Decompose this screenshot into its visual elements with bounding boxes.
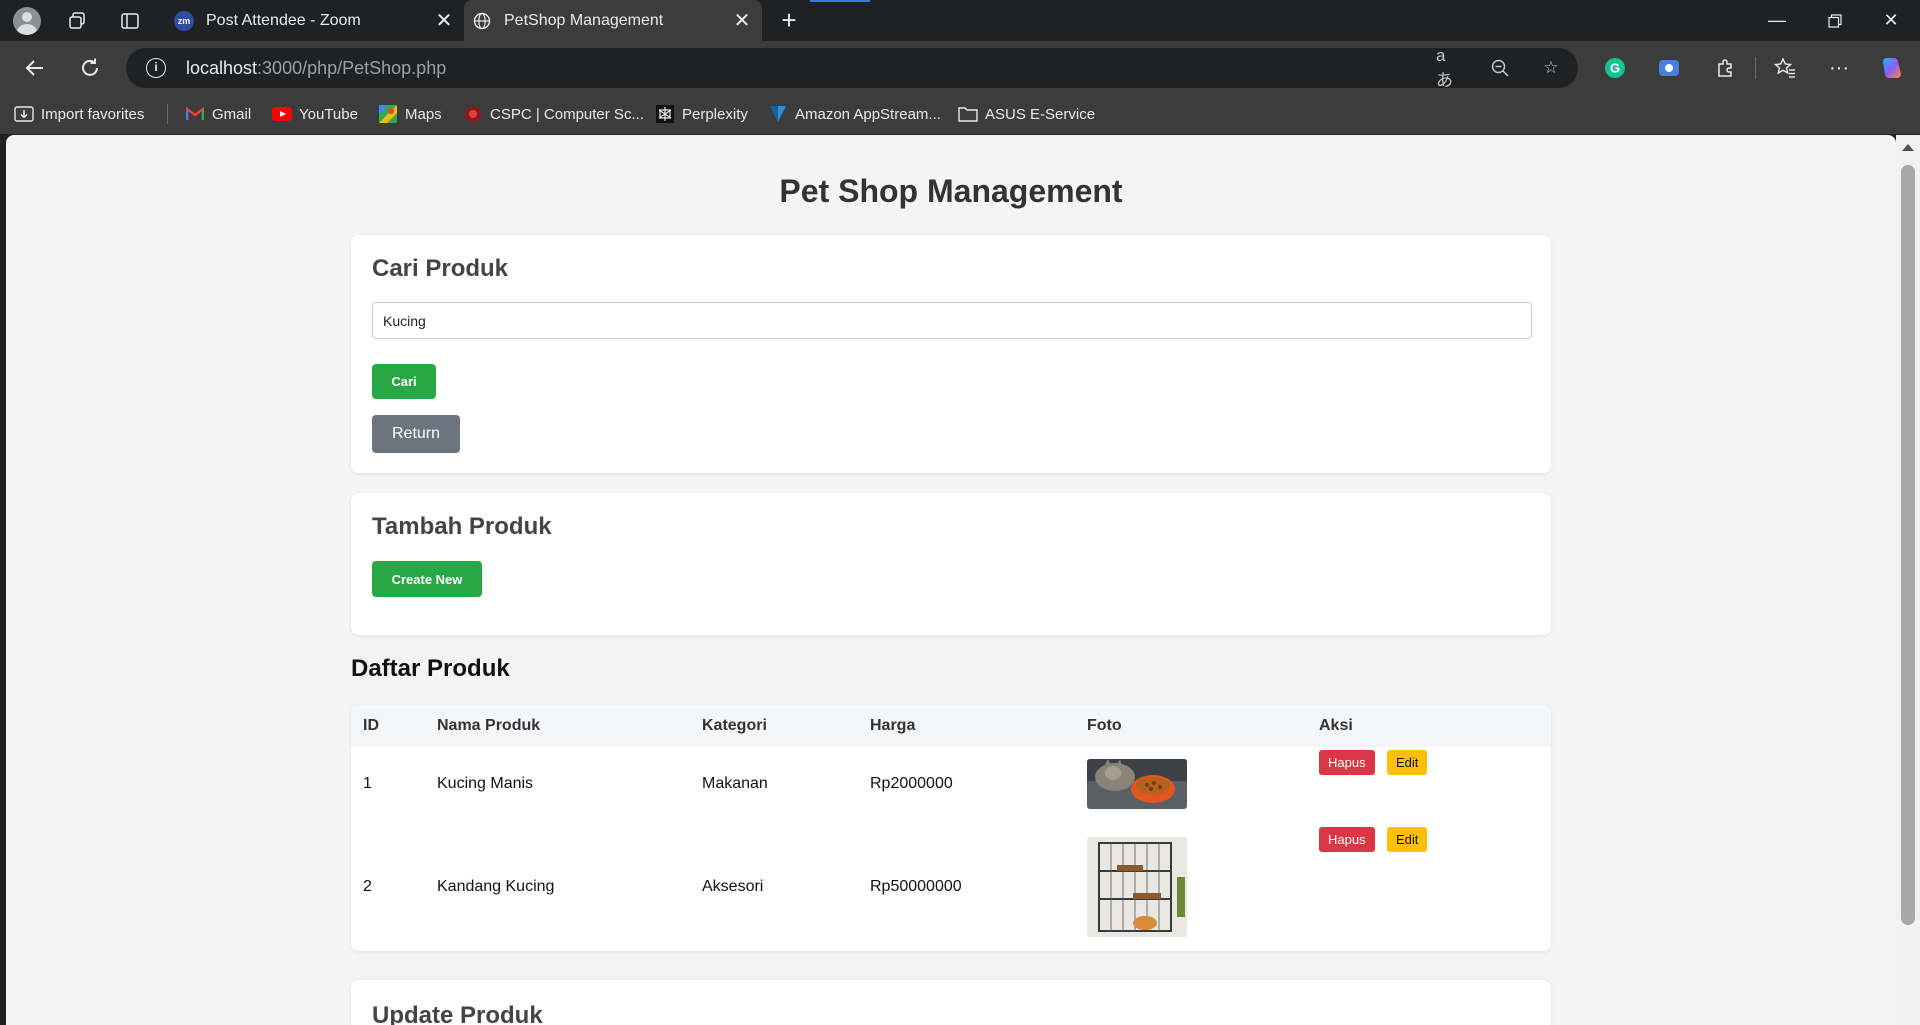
workspaces-icon[interactable] — [66, 10, 88, 32]
scrollbar-thumb[interactable] — [1901, 165, 1915, 925]
edit-button[interactable]: Edit — [1387, 750, 1428, 775]
cell-price: Rp50000000 — [870, 878, 962, 895]
read-aloud-icon[interactable]: aあ — [1436, 46, 1460, 90]
tab-indicator — [810, 0, 870, 2]
add-heading: Tambah Produk — [372, 513, 552, 540]
bookmark-label: ASUS E-Service — [985, 105, 1096, 123]
bookmark-import-favorites[interactable]: Import favorites — [14, 102, 144, 126]
scroll-up-arrow-icon[interactable] — [1902, 144, 1914, 151]
bookmark-gmail[interactable]: Gmail — [185, 102, 251, 126]
tab-title: PetShop Management — [504, 11, 664, 29]
perplexity-icon — [655, 104, 675, 124]
svg-text:G: G — [1610, 61, 1620, 76]
cat-cage-photo — [1087, 837, 1187, 937]
cell-category: Makanan — [702, 775, 768, 792]
return-button[interactable]: Return — [372, 415, 460, 453]
close-tab-icon[interactable]: ✕ — [430, 7, 458, 35]
maps-icon — [378, 104, 398, 124]
tab-actions-icon[interactable] — [119, 10, 141, 32]
favorite-star-icon[interactable]: ☆ — [1539, 56, 1563, 80]
page-scrollbar[interactable] — [1896, 135, 1920, 1025]
screen-capture-icon[interactable] — [1654, 53, 1684, 83]
close-tab-icon[interactable]: ✕ — [728, 7, 756, 35]
bookmark-maps[interactable]: Maps — [378, 102, 442, 126]
new-tab-icon[interactable]: + — [776, 7, 802, 34]
search-heading: Cari Produk — [372, 255, 509, 282]
favorites-icon[interactable] — [1770, 53, 1800, 83]
column-header: Nama Produk — [437, 717, 541, 734]
zoom-icon: zm — [174, 10, 194, 31]
bookmark-separator — [167, 104, 168, 124]
appstream-icon — [768, 104, 788, 124]
search-input[interactable] — [372, 302, 1532, 339]
minimize-icon[interactable]: — — [1748, 0, 1806, 41]
edit-button[interactable]: Edit — [1387, 827, 1428, 852]
profile-avatar-icon[interactable] — [13, 7, 41, 35]
bookmark-label: Perplexity — [682, 105, 748, 123]
more-options-icon[interactable]: ··· — [1824, 53, 1854, 83]
cspc-icon — [463, 104, 483, 124]
update-product-card: Update Produk — [351, 980, 1551, 1025]
delete-button[interactable]: Hapus — [1319, 827, 1375, 852]
cell-category: Aksesori — [702, 878, 764, 895]
update-heading: Update Produk — [372, 1002, 543, 1025]
column-header: Aksi — [1319, 717, 1353, 734]
delete-button[interactable]: Hapus — [1319, 750, 1375, 775]
back-arrow-icon[interactable] — [20, 53, 50, 83]
bookmark-label: Import favorites — [41, 105, 145, 123]
address-bar[interactable]: i localhost:3000/php/PetShop.php aあ ☆ — [126, 46, 1578, 90]
extensions-icon[interactable] — [1710, 53, 1740, 83]
zoom-out-icon[interactable] — [1488, 56, 1512, 80]
browser-toolbar: i localhost:3000/php/PetShop.php aあ ☆ G … — [0, 41, 1920, 94]
bookmark-perplexity[interactable]: Perplexity — [655, 102, 748, 126]
copilot-icon[interactable] — [1877, 53, 1907, 83]
cell-id: 2 — [363, 878, 372, 895]
globe-icon — [472, 11, 492, 31]
bookmark-label: Gmail — [212, 105, 252, 123]
cell-name: Kandang Kucing — [437, 878, 555, 895]
bookmark-cspc[interactable]: CSPC | Computer Sc... — [463, 102, 644, 126]
close-window-icon[interactable]: ✕ — [1862, 0, 1920, 41]
folder-icon — [958, 104, 978, 124]
page-viewport: Pet Shop Management Cari Produk Cari Ret… — [6, 135, 1896, 1025]
bookmarks-bar: Import favorites Gmail YouTube Maps CSPC… — [0, 94, 1920, 134]
column-header: Foto — [1087, 717, 1122, 734]
page-title: Pet Shop Management — [779, 173, 1123, 209]
bookmark-label: CSPC | Computer Sc... — [490, 105, 644, 123]
bookmark-label: Maps — [405, 105, 442, 123]
grammarly-icon[interactable]: G — [1600, 53, 1630, 83]
create-new-button[interactable]: Create New — [372, 561, 482, 597]
cell-name: Kucing Manis — [437, 775, 534, 792]
cell-id: 1 — [363, 775, 372, 792]
table-header: ID Nama Produk Kategori Harga Foto Aksi — [351, 705, 1551, 747]
site-info-icon[interactable]: i — [146, 58, 166, 78]
import-icon — [14, 104, 34, 124]
bookmark-appstream[interactable]: Amazon AppStream... — [768, 102, 941, 126]
browser-tab-bar: zm Post Attendee - Zoom ✕ PetShop Manage… — [0, 0, 1920, 41]
search-button[interactable]: Cari — [372, 364, 436, 399]
bookmark-asus-eservice[interactable]: ASUS E-Service — [958, 102, 1095, 126]
gmail-icon — [185, 104, 205, 124]
product-list-heading: Daftar Produk — [351, 655, 510, 682]
restore-icon[interactable] — [1806, 0, 1864, 41]
bookmark-label: YouTube — [299, 105, 358, 123]
youtube-icon — [272, 104, 292, 124]
tab-title: Post Attendee - Zoom — [206, 11, 361, 29]
bookmark-youtube[interactable]: YouTube — [272, 102, 358, 126]
toolbar-divider — [1755, 57, 1756, 79]
cell-price: Rp2000000 — [870, 775, 953, 792]
column-header: Harga — [870, 717, 916, 734]
tab-zoom[interactable]: zm Post Attendee - Zoom ✕ — [166, 0, 464, 41]
column-header: ID — [363, 717, 379, 734]
tab-petshop[interactable]: PetShop Management ✕ — [464, 0, 762, 41]
search-product-card: Cari Produk Cari Return — [351, 235, 1551, 473]
product-table: ID Nama Produk Kategori Harga Foto Aksi … — [351, 705, 1551, 951]
add-product-card: Tambah Produk Create New — [351, 493, 1551, 635]
refresh-icon[interactable] — [75, 53, 105, 83]
url-text[interactable]: localhost:3000/php/PetShop.php — [186, 58, 446, 79]
bookmark-label: Amazon AppStream... — [795, 105, 941, 123]
column-header: Kategori — [702, 717, 767, 734]
cat-food-photo — [1087, 759, 1187, 809]
